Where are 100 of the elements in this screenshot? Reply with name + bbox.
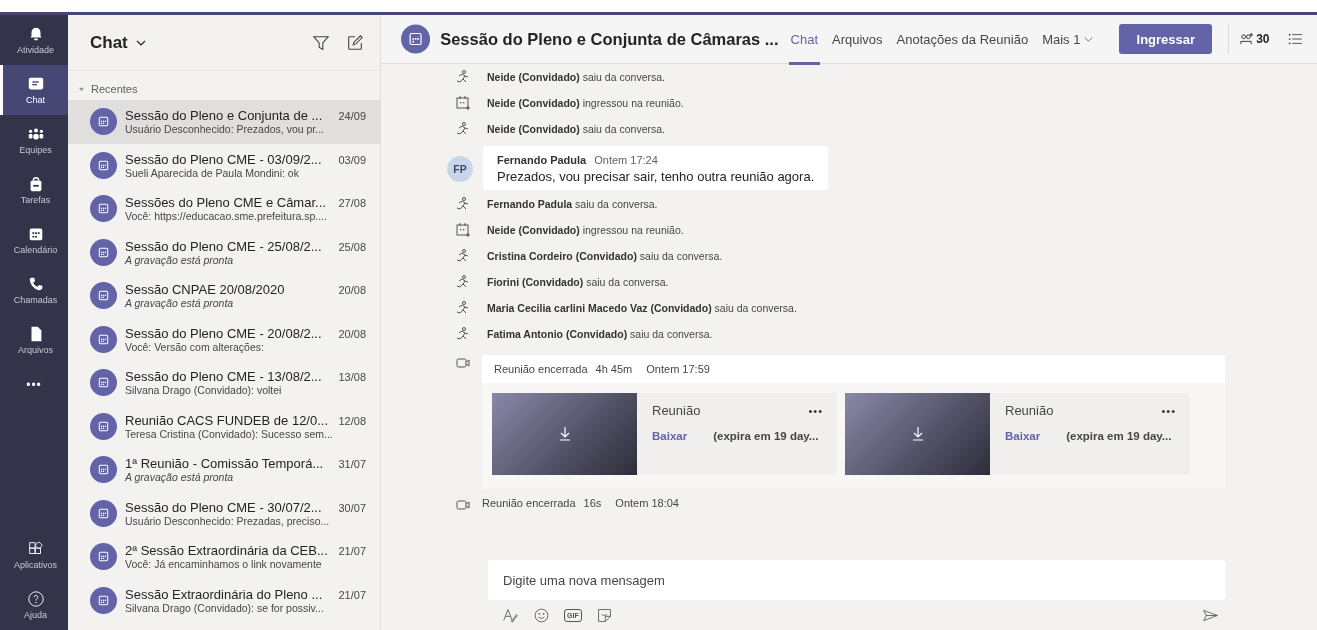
meeting-avatar-icon [90, 412, 117, 440]
meeting-avatar-icon [90, 543, 117, 571]
chat-date: 30/07 [338, 501, 366, 514]
recording-title: Reunião [652, 403, 701, 418]
chat-title: Sessão do Pleno CME - 25/08/2... [125, 238, 322, 254]
rail-item[interactable]: Atividade [0, 15, 68, 65]
chat-item[interactable]: Sessão do Pleno CME - 30/07/2... 30/07 Usuário Desconhecido: Prezadas, preciso... [68, 491, 380, 535]
chat-title: Sessão do Pleno CME - 30/07/2... [125, 499, 322, 515]
video-thumbnail[interactable] [492, 393, 637, 475]
chat-title: Sessão Extraordinária do Pleno ... [125, 586, 323, 602]
filter-icon[interactable] [312, 33, 330, 52]
chat-date: 27/08 [338, 197, 366, 210]
chat-item[interactable]: Sessões do Pleno CME e Câmar... 27/08 Você: https://educacao.sme.prefeitura.sp.... [68, 187, 380, 231]
tab[interactable]: Arquivos [830, 16, 885, 65]
chat-date: 13/08 [338, 371, 366, 384]
chat-item[interactable]: 2ª Sessão Extraordinária da CEB... 21/07 Você: Já encaminhamos o link novamente [68, 535, 380, 579]
chat-preview: Você: https://educacao.sme.prefeitura.sp.... [125, 210, 328, 223]
meeting-avatar-icon [90, 325, 117, 353]
running-person-icon [455, 326, 471, 342]
chat-date: 24/09 [338, 110, 366, 123]
tab[interactable]: Chat [788, 16, 820, 65]
system-message: Maria Cecilia carlini Macedo Vaz (Convidado) saiu da conversa. [487, 302, 797, 314]
rail-item[interactable]: Equipes [0, 115, 68, 165]
participants-button[interactable]: 30 [1239, 31, 1270, 47]
chat-preview: Você: Já encaminhamos o link novamente [125, 558, 323, 571]
chat-title: Sessão do Pleno CME - 03/09/2... [125, 151, 322, 167]
chat-title: Sessão do Pleno CME - 13/08/2... [125, 369, 322, 385]
chat-title: Sessão do Pleno CME - 20/08/2... [125, 325, 322, 341]
chat-date: 20/08 [338, 327, 366, 340]
chat-item[interactable]: Reunião CACS FUNDEB de 12/0... 12/08 Teresa Cristina (Convidado): Sucesso sem... [68, 404, 380, 448]
chat-list-title[interactable]: Chat [90, 32, 128, 53]
download-link[interactable]: Baixar [1005, 430, 1041, 442]
video-camera-icon [455, 355, 471, 371]
meeting-time: Ontem 18:04 [615, 497, 679, 509]
meeting-avatar-icon [90, 151, 117, 179]
message-time: Ontem 17:24 [594, 154, 658, 166]
more-options-button[interactable]: ••• [808, 404, 823, 417]
meeting-status: Reunião encerrada [494, 363, 588, 375]
rail-item[interactable]: Chat [0, 65, 68, 115]
meeting-avatar-icon [90, 282, 117, 310]
chat-item[interactable]: Sessão do Pleno e Conjunta de ... 24/09 Usuário Desconhecido: Prezados, vou pr... [68, 100, 380, 144]
message-input[interactable]: Digite uma nova mensagem [488, 560, 1225, 600]
more-apps-button[interactable]: ••• [0, 365, 68, 405]
meeting-status: Reunião encerrada [482, 497, 576, 509]
running-person-icon [455, 274, 471, 290]
chat-title: 2ª Sessão Extraordinária da CEB... [125, 543, 328, 559]
chat-title: Sessão do Pleno e Conjunta de ... [125, 108, 323, 124]
chat-preview: Silvana Drago (Convidado): voltei [125, 384, 283, 397]
system-message: Neide (Convidado) saiu da conversa. [487, 123, 665, 135]
system-message: Fernando Padula saiu da conversa. [487, 198, 658, 210]
expiry-note: (expira em 19 day... [1066, 430, 1172, 442]
rail-item[interactable]: Tarefas [0, 165, 68, 215]
rail-item[interactable]: Ajuda [0, 580, 68, 630]
more-options-button[interactable]: ••• [1161, 404, 1176, 417]
chat-title: Reunião CACS FUNDEB de 12/0... [125, 412, 329, 428]
chat-item[interactable]: Sessão do Pleno CME - 25/08/2... 25/08 A gravação está pronta [68, 230, 380, 274]
chat-item[interactable]: Sessão Extraordinária do Pleno ... 21/07 Silvana Drago (Convidado): se for possiv... [68, 578, 380, 622]
join-button[interactable]: Ingressar [1119, 24, 1213, 54]
calendar-add-icon [455, 95, 471, 111]
chat-preview: A gravação está pronta [125, 297, 235, 310]
meeting-avatar-icon [90, 586, 117, 614]
rail-item[interactable]: Arquivos [0, 315, 68, 365]
chat-date: 12/08 [338, 414, 366, 427]
message-author: Fernando Padula [497, 154, 587, 166]
chat-item[interactable]: Sessão do Pleno CME - 13/08/2... 13/08 Silvana Drago (Convidado): voltei [68, 361, 380, 405]
tab[interactable]: Mais 1 [1040, 16, 1096, 65]
people-icon [1239, 31, 1255, 47]
chat-preview: Silvana Drago (Convidado): se for possiv... [125, 601, 325, 614]
system-message: Cristina Cordeiro (Convidado) saiu da conversa. [487, 250, 723, 262]
system-message: Neide (Convidado) ingressou na reunião. [487, 97, 684, 109]
rail-item[interactable]: Calendário [0, 215, 68, 265]
running-person-icon [455, 248, 471, 264]
sticker-icon[interactable] [595, 606, 613, 624]
chat-date: 21/07 [338, 545, 366, 558]
meeting-duration: 16s [583, 497, 602, 509]
collapse-icon[interactable] [78, 85, 85, 93]
chat-item[interactable]: 1ª Reunião - Comissão Temporá... 31/07 A gravação está pronta [68, 448, 380, 492]
compose-icon[interactable] [346, 33, 364, 52]
rail-item[interactable]: Chamadas [0, 265, 68, 315]
chat-title: 1ª Reunião - Comissão Temporá... [125, 456, 324, 472]
video-thumbnail[interactable] [845, 393, 990, 475]
emoji-icon[interactable] [533, 606, 550, 624]
rail-item[interactable]: Aplicativos [0, 530, 68, 580]
chat-preview: A gravação está pronta [125, 471, 235, 484]
calendar-add-icon [455, 222, 471, 238]
chat-title: Sessão CNPAE 20/08/2020 [125, 282, 285, 298]
meeting-avatar-icon [401, 24, 431, 54]
tab[interactable]: Anotações da Reunião [894, 16, 1031, 65]
running-person-icon [455, 196, 471, 212]
download-link[interactable]: Baixar [652, 430, 688, 442]
chat-date: 25/08 [338, 240, 366, 253]
running-person-icon [455, 121, 471, 137]
chat-item[interactable]: Sessão CNPAE 20/08/2020 20/08 A gravação está pronta [68, 274, 380, 318]
chat-item[interactable]: Sessão do Pleno CME - 20/08/2... 20/08 Você: Versão com alterações: [68, 317, 380, 361]
chat-date: 31/07 [338, 458, 366, 471]
running-person-icon [455, 300, 471, 316]
chat-item[interactable]: Sessão do Pleno CME - 03/09/2... 03/09 Sueli Aparecida de Paula Mondini: ok [68, 143, 380, 187]
system-message: Fiorini (Convidado) saiu da conversa. [487, 276, 669, 288]
video-camera-icon [455, 497, 471, 513]
format-icon[interactable] [502, 606, 519, 624]
